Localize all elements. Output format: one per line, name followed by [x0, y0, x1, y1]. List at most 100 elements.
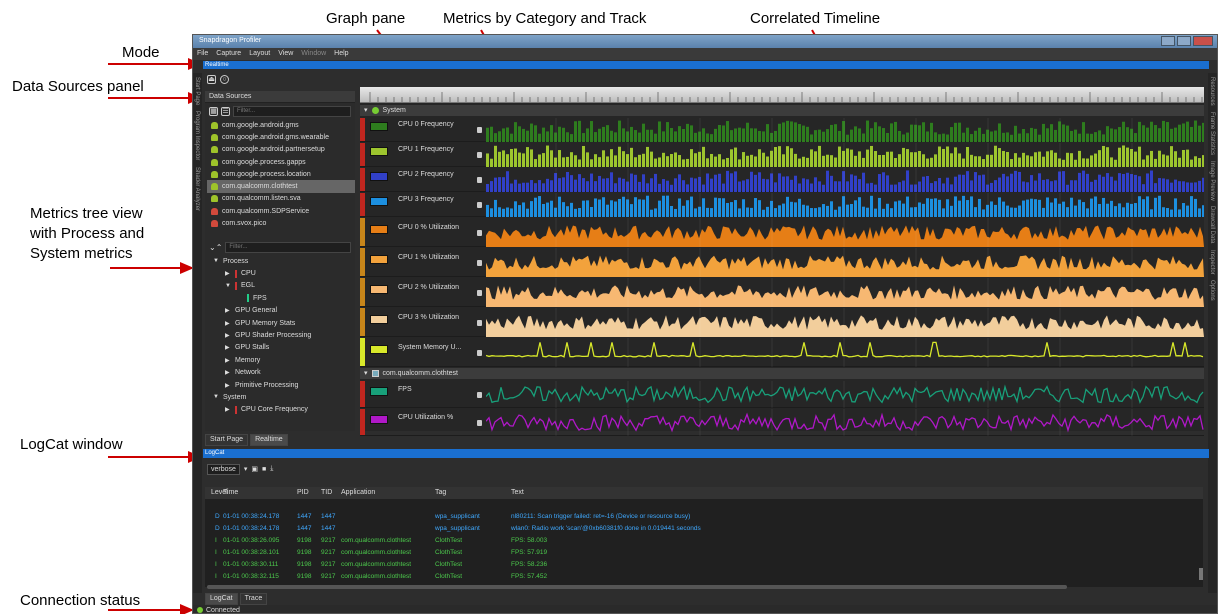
- delete-track-icon[interactable]: [477, 289, 482, 296]
- metrics-tree-item[interactable]: ▼ EGL: [207, 280, 355, 292]
- delete-track-icon[interactable]: [477, 259, 482, 266]
- collapsed-arrow-icon[interactable]: ▶: [225, 406, 231, 413]
- logcat-row[interactable]: I 01-01 00:38:32.115 9198 9217 com.qualcomm.…: [205, 571, 1203, 583]
- metric-track[interactable]: CPU 2 % Utilization: [360, 278, 1204, 307]
- expanded-arrow-icon[interactable]: ▼: [213, 258, 219, 264]
- timeline-ruler[interactable]: [360, 87, 1204, 103]
- track-color-swatch[interactable]: [370, 172, 388, 181]
- metrics-tree-item[interactable]: ▶ GPU Stalls: [207, 342, 355, 354]
- delete-track-icon[interactable]: [477, 419, 482, 426]
- collapse-arrow-icon[interactable]: ▾: [364, 368, 368, 379]
- tab-realtime[interactable]: Realtime: [250, 434, 288, 446]
- logcat-column-header[interactable]: TID: [321, 489, 332, 496]
- list-view-icon[interactable]: ☰: [221, 106, 230, 116]
- logcat-vertical-scrollbar[interactable]: [1199, 568, 1203, 580]
- vtab-resources[interactable]: Resources: [1209, 77, 1215, 106]
- vtab-shader-analyzer[interactable]: Shader Analyzer: [194, 167, 200, 211]
- logcat-column-header[interactable]: Tag: [435, 489, 446, 496]
- track-color-swatch[interactable]: [370, 386, 388, 396]
- data-sources-filter-input[interactable]: Filter...: [233, 105, 351, 117]
- metric-track[interactable]: CPU 3 % Utilization: [360, 308, 1204, 337]
- vtab-frame-statistics[interactable]: Frame Statistics: [1209, 112, 1215, 155]
- track-color-swatch[interactable]: [370, 314, 388, 324]
- collapsed-arrow-icon[interactable]: ▶: [225, 307, 231, 314]
- metric-track[interactable]: FPS: [360, 381, 1204, 408]
- data-source-item[interactable]: com.qualcomm.listen.sva: [207, 193, 355, 205]
- track-color-swatch[interactable]: [370, 284, 388, 294]
- data-source-item[interactable]: com.google.android.gms.wearable: [207, 131, 355, 143]
- vtab-image-preview[interactable]: Image Preview: [1209, 161, 1215, 201]
- track-color-swatch[interactable]: [370, 197, 388, 206]
- logcat-row[interactable]: I 01-01 00:38:30.111 9198 9217 com.qualcomm.…: [205, 559, 1203, 571]
- delete-track-icon[interactable]: [477, 152, 482, 158]
- collapsed-arrow-icon[interactable]: ▶: [225, 357, 231, 364]
- data-source-item[interactable]: com.google.android.partnersetup: [207, 144, 355, 156]
- logcat-horizontal-scrollbar[interactable]: [207, 585, 1067, 589]
- metrics-tree-item[interactable]: ▶ CPU: [207, 267, 355, 279]
- settings-icon[interactable]: ○: [220, 75, 229, 84]
- tab-logcat[interactable]: LogCat: [205, 593, 238, 605]
- delete-track-icon[interactable]: [477, 202, 482, 208]
- expanded-arrow-icon[interactable]: ▼: [225, 283, 231, 289]
- metrics-tree-item[interactable]: ▶ GPU Memory Stats: [207, 317, 355, 329]
- delete-track-icon[interactable]: [477, 177, 482, 183]
- clear-log-icon[interactable]: ■: [262, 466, 266, 473]
- menu-help[interactable]: Help: [334, 50, 348, 58]
- logcat-column-header[interactable]: PID: [297, 489, 309, 496]
- collapsed-arrow-icon[interactable]: ▶: [225, 270, 231, 277]
- vtab-start-page[interactable]: Start Page: [194, 77, 200, 105]
- logcat-column-header[interactable]: Text: [511, 489, 524, 496]
- minimize-button[interactable]: [1161, 36, 1175, 46]
- close-button[interactable]: [1193, 36, 1213, 46]
- export-log-icon[interactable]: ⤓: [270, 465, 273, 473]
- data-source-item[interactable]: com.google.android.gms: [207, 119, 355, 131]
- category-header[interactable]: ▾ com.qualcomm.clothtest: [360, 368, 1204, 379]
- data-source-item[interactable]: com.google.process.location: [207, 168, 355, 180]
- menu-capture[interactable]: Capture: [216, 50, 241, 58]
- metric-track[interactable]: CPU 1 Frequency: [360, 143, 1204, 167]
- category-header[interactable]: ▾ System: [360, 105, 1204, 116]
- metrics-tree-item[interactable]: ▶ Primitive Processing: [207, 379, 355, 391]
- collapse-arrow-icon[interactable]: ▾: [364, 105, 368, 116]
- metric-track[interactable]: CPU 0 Frequency: [360, 118, 1204, 142]
- metric-track[interactable]: CPU Utilization %: [360, 409, 1204, 436]
- menu-file[interactable]: File: [197, 50, 208, 58]
- logcat-row[interactable]: D 01-01 00:38:24.178 1447 1447 wpa_supplican…: [205, 511, 1203, 523]
- maximize-button[interactable]: [1177, 36, 1191, 46]
- metrics-tree-item[interactable]: ▶ CPU Core Frequency: [207, 404, 355, 416]
- delete-track-icon[interactable]: [477, 127, 482, 133]
- logcat-column-header[interactable]: Application: [341, 489, 375, 496]
- collapsed-arrow-icon[interactable]: ▶: [225, 344, 231, 351]
- menu-view[interactable]: View: [278, 50, 293, 58]
- dropdown-arrow-icon[interactable]: ▾: [244, 465, 248, 473]
- tab-start-page[interactable]: Start Page: [205, 434, 249, 446]
- delete-track-icon[interactable]: [477, 229, 482, 236]
- collapse-all-icon[interactable]: ⌄⌃: [209, 243, 222, 252]
- metrics-tree-item[interactable]: ▼ System: [207, 391, 355, 403]
- logcat-row[interactable]: D 01-01 00:38:24.178 1447 1447 wpa_supplican…: [205, 523, 1203, 535]
- logcat-row[interactable]: I 01-01 00:38:28.101 9198 9217 com.qualcomm.…: [205, 547, 1203, 559]
- vtab-options[interactable]: Options: [1209, 280, 1215, 301]
- data-source-item[interactable]: com.qualcomm.SDPService: [207, 205, 355, 217]
- logcat-row[interactable]: I 01-01 00:38:26.095 9198 9217 com.qualcomm.…: [205, 535, 1203, 547]
- metrics-tree-item[interactable]: ▶ Network: [207, 367, 355, 379]
- metrics-tree-item[interactable]: FPS: [207, 292, 355, 304]
- vtab-inspector[interactable]: Inspector: [1209, 250, 1215, 275]
- track-color-swatch[interactable]: [370, 122, 388, 131]
- connect-icon[interactable]: ⏏: [207, 75, 216, 84]
- collapsed-arrow-icon[interactable]: ▶: [225, 369, 231, 376]
- tab-trace[interactable]: Trace: [239, 593, 268, 605]
- logcat-column-header[interactable]: Time: [223, 489, 238, 496]
- save-log-icon[interactable]: ▣: [251, 465, 258, 473]
- collapsed-arrow-icon[interactable]: ▶: [225, 320, 231, 327]
- metrics-tree-item[interactable]: ▶ GPU Shader Processing: [207, 329, 355, 341]
- track-color-swatch[interactable]: [370, 414, 388, 424]
- metric-track[interactable]: System Memory U...: [360, 338, 1204, 367]
- expanded-arrow-icon[interactable]: ▼: [213, 394, 219, 400]
- delete-track-icon[interactable]: [477, 319, 482, 326]
- metric-track[interactable]: CPU 1 % Utilization: [360, 248, 1204, 277]
- data-source-item[interactable]: com.svox.pico: [207, 217, 355, 229]
- metric-track[interactable]: CPU 3 Frequency: [360, 193, 1204, 217]
- vtab-program-inspector[interactable]: Program Inspector: [194, 111, 200, 160]
- vtab-drawcall-data[interactable]: Drawcall Data: [1209, 206, 1215, 243]
